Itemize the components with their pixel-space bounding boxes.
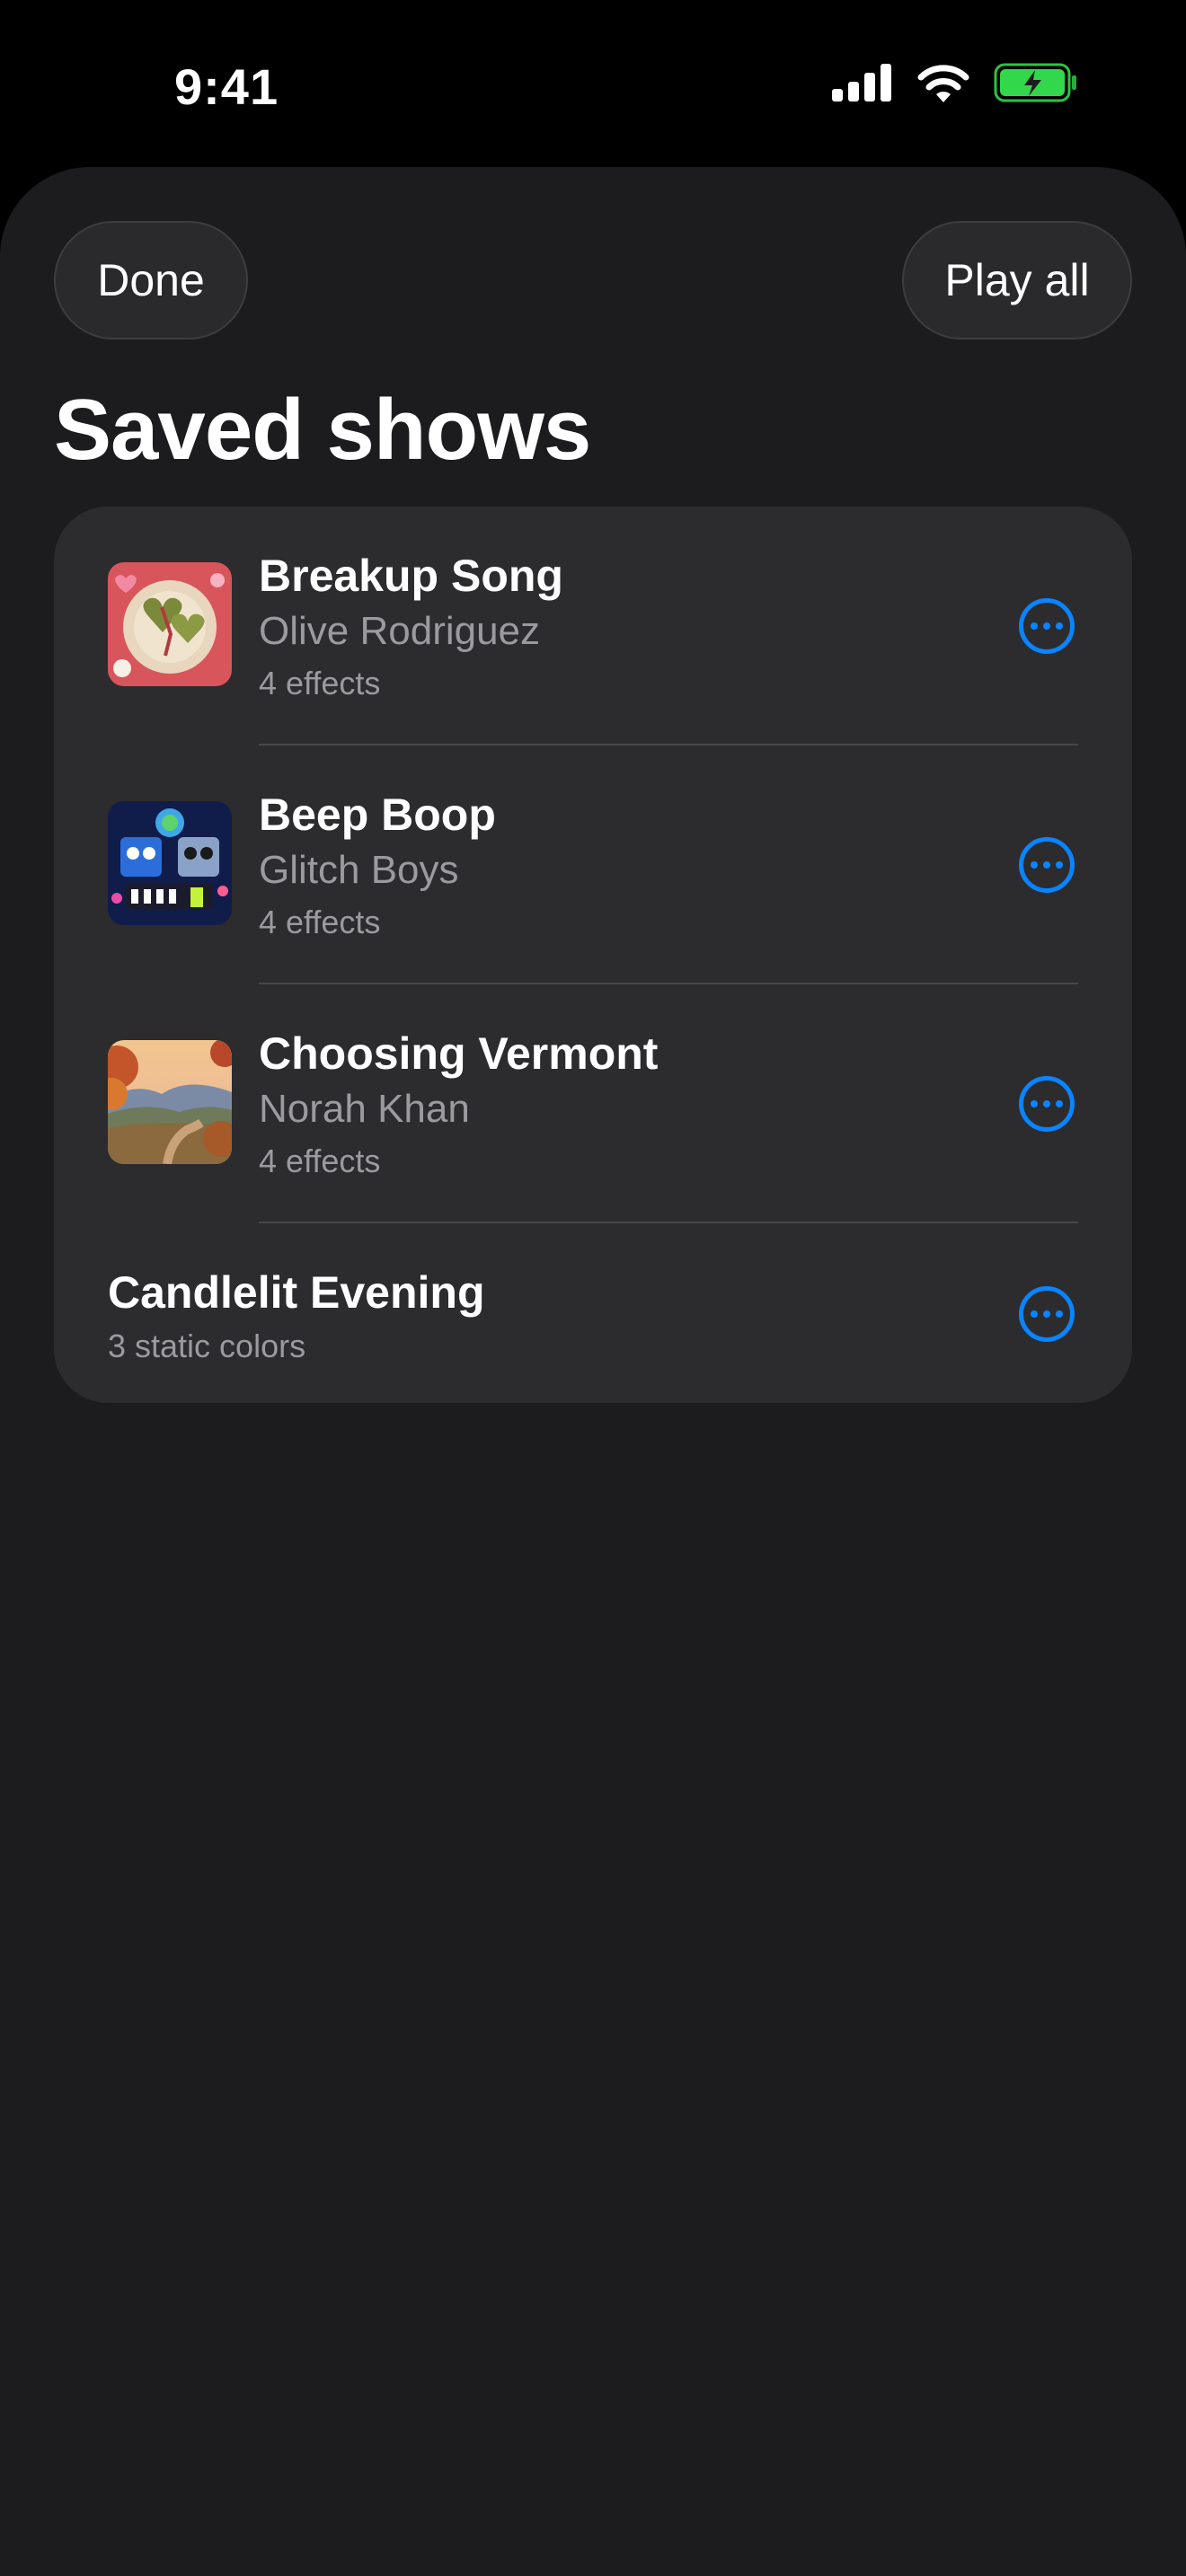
show-title: Beep Boop bbox=[259, 790, 496, 840]
show-artist: Olive Rodriguez bbox=[259, 609, 541, 653]
show-row-choosing-vermont[interactable]: Choosing Vermont Norah Khan 4 effects bbox=[54, 984, 1132, 1223]
status-icons bbox=[832, 63, 1078, 102]
done-button[interactable]: Done bbox=[54, 221, 248, 340]
show-row-candlelit-evening[interactable]: Candlelit Evening 3 static colors bbox=[54, 1223, 1132, 1403]
choosing-vermont-artwork bbox=[108, 1040, 232, 1164]
show-detail: 4 effects bbox=[259, 665, 381, 701]
saved-shows-sheet: Done Play all Saved shows Breakup Song O… bbox=[0, 167, 1186, 2576]
ellipsis-icon bbox=[1031, 1310, 1038, 1318]
play-all-button[interactable]: Play all bbox=[902, 221, 1132, 340]
breakup-song-artwork bbox=[108, 562, 232, 686]
show-title: Candlelit Evening bbox=[108, 1267, 485, 1318]
show-title: Breakup Song bbox=[259, 551, 563, 601]
show-detail: 4 effects bbox=[259, 904, 381, 940]
status-bar: 9:41 bbox=[0, 0, 1186, 167]
show-artist: Norah Khan bbox=[259, 1087, 470, 1131]
page-title: Saved shows bbox=[54, 382, 591, 478]
wifi-icon bbox=[917, 65, 969, 102]
beep-boop-artwork bbox=[108, 801, 232, 925]
ellipsis-icon bbox=[1031, 622, 1038, 630]
cellular-signal-icon bbox=[832, 64, 891, 101]
ellipsis-icon bbox=[1031, 861, 1038, 869]
more-options-button[interactable] bbox=[1019, 1076, 1075, 1132]
show-row-beep-boop[interactable]: Beep Boop Glitch Boys 4 effects bbox=[54, 745, 1132, 984]
show-title: Choosing Vermont bbox=[259, 1028, 659, 1079]
show-row-breakup-song[interactable]: Breakup Song Olive Rodriguez 4 effects bbox=[54, 507, 1132, 745]
status-time: 9:41 bbox=[174, 58, 279, 115]
more-options-button[interactable] bbox=[1019, 598, 1075, 654]
show-detail: 4 effects bbox=[259, 1142, 381, 1179]
battery-charging-icon bbox=[994, 63, 1076, 102]
saved-shows-list: Breakup Song Olive Rodriguez 4 effects B… bbox=[54, 507, 1132, 1403]
ellipsis-icon bbox=[1031, 1100, 1038, 1107]
show-artist: Glitch Boys bbox=[259, 848, 459, 892]
show-detail: 3 static colors bbox=[108, 1328, 306, 1364]
more-options-button[interactable] bbox=[1019, 837, 1075, 893]
more-options-button[interactable] bbox=[1019, 1286, 1075, 1342]
